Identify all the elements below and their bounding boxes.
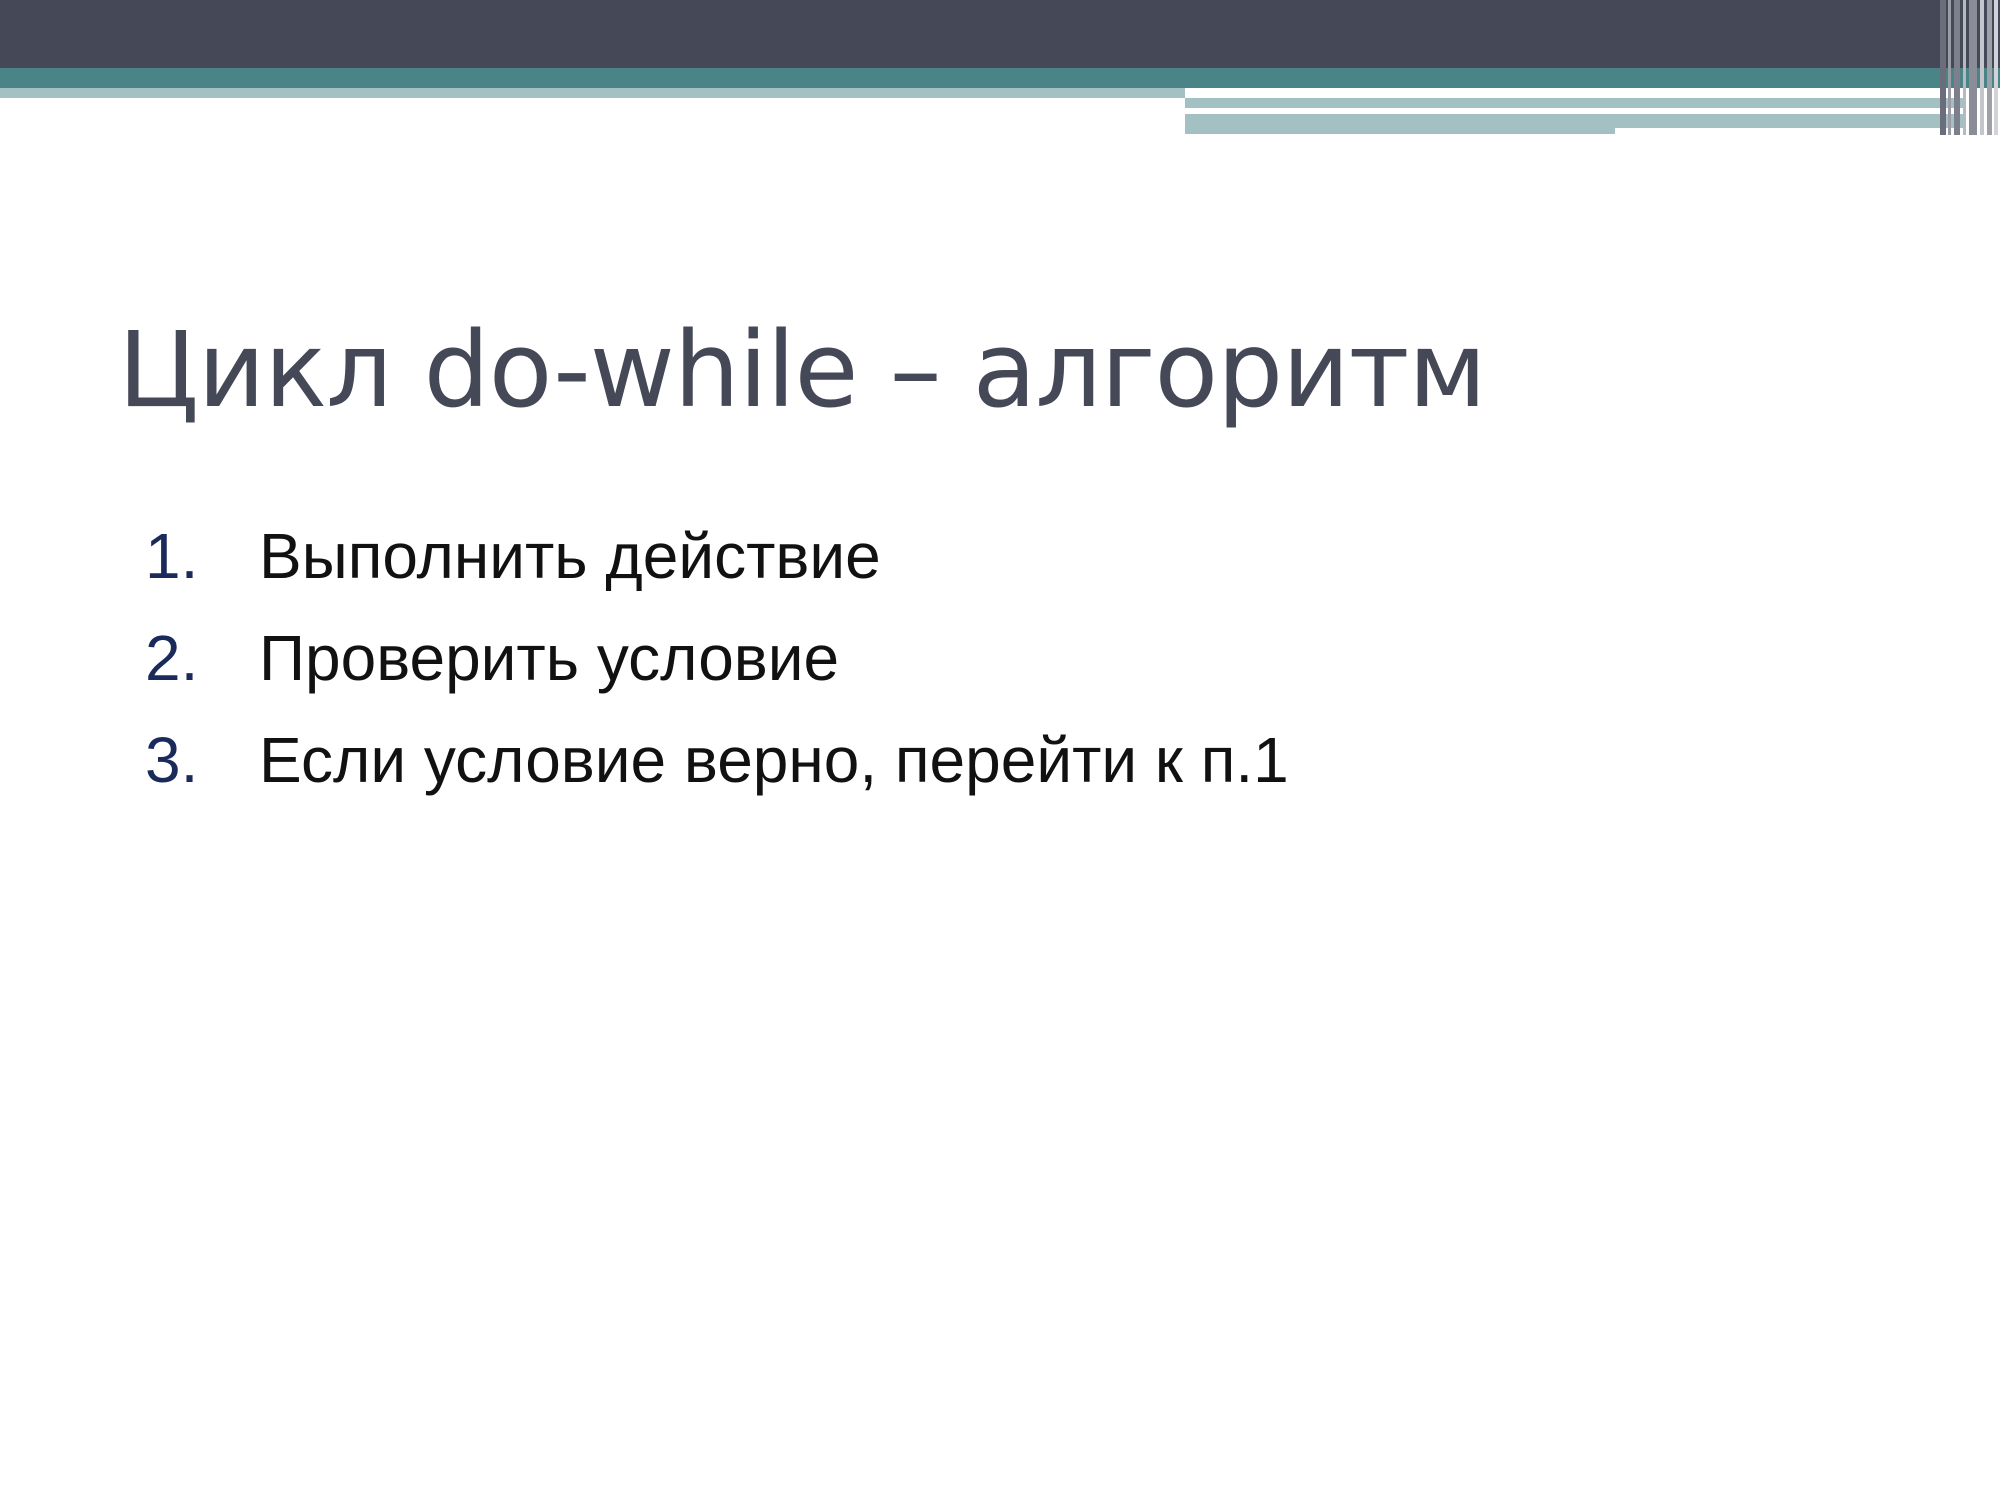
- list-item: 3. Если условие верно, перейти к п.1: [145, 709, 1289, 811]
- header-band-light-right: [1185, 98, 1965, 108]
- algorithm-steps-list: 1. Выполнить действие 2. Проверить условие…: [145, 505, 1289, 811]
- list-item-text: Если условие верно, перейти к п.1: [259, 724, 1289, 796]
- list-item-number: 3.: [145, 724, 199, 796]
- slide-title: Цикл do-while – алгоритм: [118, 309, 1487, 431]
- header-band-light-right-tail: [1615, 114, 1965, 128]
- slide: Цикл do-while – алгоритм 1. Выполнить дей…: [0, 0, 2000, 1500]
- header-edge-stripes: [1940, 0, 2000, 135]
- header-band-teal: [0, 68, 2000, 88]
- list-item: 2. Проверить условие: [145, 607, 1289, 709]
- header-band-light-left: [0, 88, 1185, 98]
- header-band-dark: [0, 0, 2000, 68]
- list-item-text: Выполнить действие: [259, 520, 881, 592]
- header-divider-line-tail: [1615, 128, 1965, 134]
- list-item: 1. Выполнить действие: [145, 505, 1289, 607]
- list-item-number: 2.: [145, 622, 199, 694]
- header-band-light-right-lower: [1185, 114, 1615, 134]
- list-item-text: Проверить условие: [259, 622, 840, 694]
- list-item-number: 1.: [145, 520, 199, 592]
